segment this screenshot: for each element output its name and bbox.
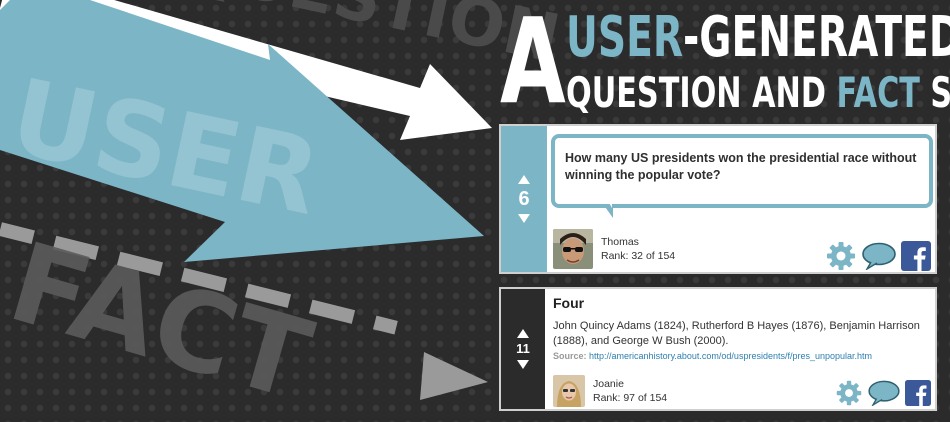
gear-icon[interactable] bbox=[835, 379, 863, 407]
question-author: Thomas Rank: 32 of 154 bbox=[553, 229, 675, 269]
avatar[interactable] bbox=[553, 229, 593, 269]
bubble-tail bbox=[603, 199, 613, 218]
answer-author-name[interactable]: Joanie bbox=[593, 377, 667, 391]
source-link[interactable]: http://americanhistory.about.com/od/uspr… bbox=[589, 351, 872, 361]
answer-author-rank: Rank: 97 of 154 bbox=[593, 392, 668, 404]
facebook-icon[interactable] bbox=[905, 380, 931, 406]
speech-bubble-icon[interactable] bbox=[861, 242, 897, 270]
question-text: How many US presidents won the president… bbox=[565, 151, 917, 182]
answer-author: Joanie Rank: 97 of 154 bbox=[553, 375, 667, 407]
answer-vote-count: 11 bbox=[516, 340, 530, 356]
answer-source: Source: http://americanhistory.about.com… bbox=[553, 351, 872, 361]
headline: A USER-GENERATED QUESTION AND FACT SITE bbox=[500, 2, 950, 120]
facebook-icon[interactable] bbox=[901, 241, 931, 271]
speech-bubble-icon[interactable] bbox=[867, 380, 901, 406]
headline-generated: -GENERATED bbox=[683, 5, 950, 70]
stage: QUESTION USER FACT A USER-GENERATED QUES… bbox=[0, 0, 950, 422]
question-actions bbox=[825, 240, 931, 272]
answer-card: 11 Four John Quincy Adams (1824), Ruther… bbox=[499, 287, 937, 411]
source-label: Source: bbox=[553, 351, 587, 361]
dashed-arrow-head bbox=[420, 352, 488, 400]
question-bubble: How many US presidents won the president… bbox=[551, 134, 933, 218]
headline-fact: FACT bbox=[836, 68, 920, 117]
answer-actions bbox=[835, 379, 931, 407]
headline-user: USER bbox=[566, 5, 684, 70]
headline-line-1: USER-GENERATED bbox=[566, 10, 950, 66]
headline-question-and: QUESTION AND bbox=[566, 68, 837, 117]
question-card: 6 How many US presidents won the preside… bbox=[499, 124, 937, 274]
answer-upvote-button[interactable] bbox=[517, 328, 529, 338]
vote-count: 6 bbox=[518, 188, 530, 210]
headline-site: SITE bbox=[920, 68, 950, 117]
vote-panel: 6 bbox=[501, 126, 547, 272]
headline-letter-a: A bbox=[500, 0, 566, 130]
downvote-button[interactable] bbox=[518, 214, 530, 223]
answer-downvote-button[interactable] bbox=[517, 360, 529, 370]
headline-line-2: QUESTION AND FACT SITE bbox=[566, 72, 950, 114]
answer-avatar[interactable] bbox=[553, 375, 585, 407]
author-meta: Thomas Rank: 32 of 154 bbox=[601, 235, 675, 263]
answer-title: Four bbox=[553, 295, 585, 311]
author-name[interactable]: Thomas bbox=[601, 235, 675, 249]
answer-body: John Quincy Adams (1824), Rutherford B H… bbox=[553, 320, 920, 348]
answer-author-meta: Joanie Rank: 97 of 154 bbox=[593, 377, 667, 405]
gear-icon[interactable] bbox=[825, 240, 857, 272]
upvote-button[interactable] bbox=[518, 175, 530, 184]
answer-vote-panel: 11 bbox=[501, 289, 545, 409]
author-rank: Rank: 32 of 154 bbox=[601, 250, 676, 262]
